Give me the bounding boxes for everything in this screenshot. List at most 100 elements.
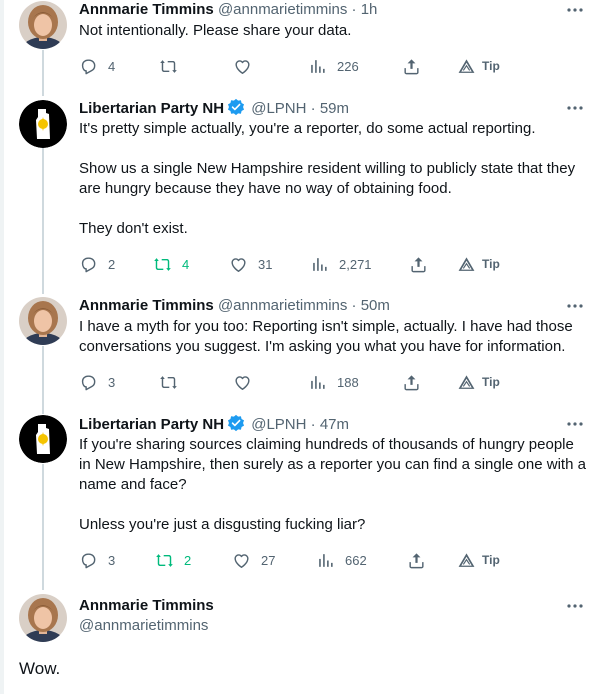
reply-button[interactable]: 3 [79,550,115,570]
separator-dot: · [351,297,357,314]
author-handle[interactable]: @annmarietimmins [79,617,208,634]
views-button[interactable]: 188 [308,372,359,392]
views-icon [316,551,335,570]
share-button[interactable] [407,550,426,570]
tip-label: Tip [482,59,500,73]
like-button[interactable] [233,372,262,392]
views-icon [308,373,327,392]
author-handle[interactable]: @LPNH [251,416,306,433]
thread-line [42,464,44,590]
views-button[interactable]: 662 [316,550,367,570]
main-tweet: Annmarie Timmins @annmarietimmins [0,594,595,694]
views-button[interactable]: 2,271 [310,254,372,274]
tweet-3[interactable]: Annmarie Timmins @annmarietimmins · 50m … [0,296,595,414]
separator-dot: · [351,1,357,18]
avatar-annmarie[interactable] [19,1,67,49]
thread-line [42,148,44,294]
action-bar: 2 4 31 2,271 Tip [79,254,589,274]
tweet-text: I have a myth for you too: Reporting isn… [79,317,589,357]
view-count: 188 [337,374,359,390]
tweet-paragraph: I have a myth for you too: Reporting isn… [79,318,573,355]
retweet-icon [155,551,174,570]
more-icon[interactable] [566,298,584,314]
retweet-icon [159,57,178,76]
verified-badge-icon [227,414,245,432]
avatar-annmarie[interactable] [19,297,67,345]
reply-count: 3 [108,552,116,568]
author-name[interactable]: Libertarian Party NH [79,416,224,433]
like-button[interactable] [233,56,262,76]
retweet-icon [153,255,172,274]
more-icon[interactable] [566,416,584,432]
more-icon[interactable] [566,2,584,18]
timestamp[interactable]: 1h [361,1,378,18]
reply-button[interactable]: 4 [79,56,115,76]
tweet-text: Not intentionally. Please share your dat… [79,21,589,41]
avatar-lpnh[interactable] [19,100,67,148]
share-icon [402,373,421,392]
tip-button[interactable]: Tip [457,372,500,392]
reply-icon [79,255,98,274]
more-icon[interactable] [566,100,584,116]
tweet-2[interactable]: Libertarian Party NH @LPNH · 59m It's pr… [0,98,595,294]
retweet-button[interactable]: 4 [153,254,189,274]
views-button[interactable]: 226 [308,56,359,76]
avatar-annmarie[interactable] [19,594,67,642]
separator-dot: · [310,100,316,117]
more-icon[interactable] [566,598,584,614]
like-button[interactable]: 27 [232,550,275,570]
verified-badge-icon [227,98,245,116]
tip-label: Tip [482,375,500,389]
retweet-button[interactable] [159,372,188,392]
author-handle[interactable]: @annmarietimmins [218,297,347,314]
retweet-count: 4 [182,256,190,272]
share-button[interactable] [409,254,428,274]
tweet-paragraph: If you're sharing sources claiming hundr… [79,436,586,493]
reply-count: 3 [108,374,116,390]
tweet-header: Libertarian Party NH @LPNH · 59m [79,98,349,119]
retweet-button[interactable] [159,56,188,76]
reply-count: 4 [108,58,116,74]
tip-button[interactable]: Tip [457,550,500,570]
author-handle[interactable]: @LPNH [251,100,306,117]
share-button[interactable] [402,372,421,392]
reply-icon [79,57,98,76]
author-name[interactable]: Annmarie Timmins [79,597,214,614]
tweet-4[interactable]: Libertarian Party NH @LPNH · 47m If you'… [0,414,595,590]
author-name[interactable]: Annmarie Timmins [79,1,214,18]
like-button[interactable]: 31 [229,254,272,274]
share-button[interactable] [402,56,421,76]
view-count: 2,271 [339,256,372,272]
tweet-header: Annmarie Timmins [79,596,214,616]
tweet-text: If you're sharing sources claiming hundr… [79,435,589,535]
reply-button[interactable]: 2 [79,254,115,274]
tweet-paragraph: Not intentionally. Please share your dat… [79,22,352,39]
avatar-lpnh[interactable] [19,415,67,463]
author-name[interactable]: Libertarian Party NH [79,100,224,117]
like-count: 31 [258,256,273,272]
tip-icon [457,551,476,570]
timestamp[interactable]: 59m [320,100,349,117]
tweet-header: Annmarie Timmins @annmarietimmins · 1h [79,0,377,20]
view-count: 662 [345,552,367,568]
tip-icon [457,373,476,392]
retweet-count: 2 [184,552,192,568]
tip-button[interactable]: Tip [457,56,500,76]
tweet-paragraph: They don't exist. [79,220,188,237]
tweet-header: Libertarian Party NH @LPNH · 47m [79,414,349,435]
thread-line [42,50,44,96]
author-handle[interactable]: @annmarietimmins [218,1,347,18]
author-name[interactable]: Annmarie Timmins [79,297,214,314]
reply-button[interactable]: 3 [79,372,115,392]
tip-button[interactable]: Tip [457,254,500,274]
heart-icon [233,373,252,392]
action-bar: 4 226 Tip [79,56,589,76]
retweet-button[interactable]: 2 [155,550,191,570]
tweet-text: It's pretty simple actually, you're a re… [79,119,589,239]
tip-label: Tip [482,257,500,271]
heart-icon [232,551,251,570]
timestamp[interactable]: 47m [320,416,349,433]
timestamp[interactable]: 50m [361,297,390,314]
view-count: 226 [337,58,359,74]
tweet-1[interactable]: Annmarie Timmins @annmarietimmins · 1h N… [0,0,595,96]
